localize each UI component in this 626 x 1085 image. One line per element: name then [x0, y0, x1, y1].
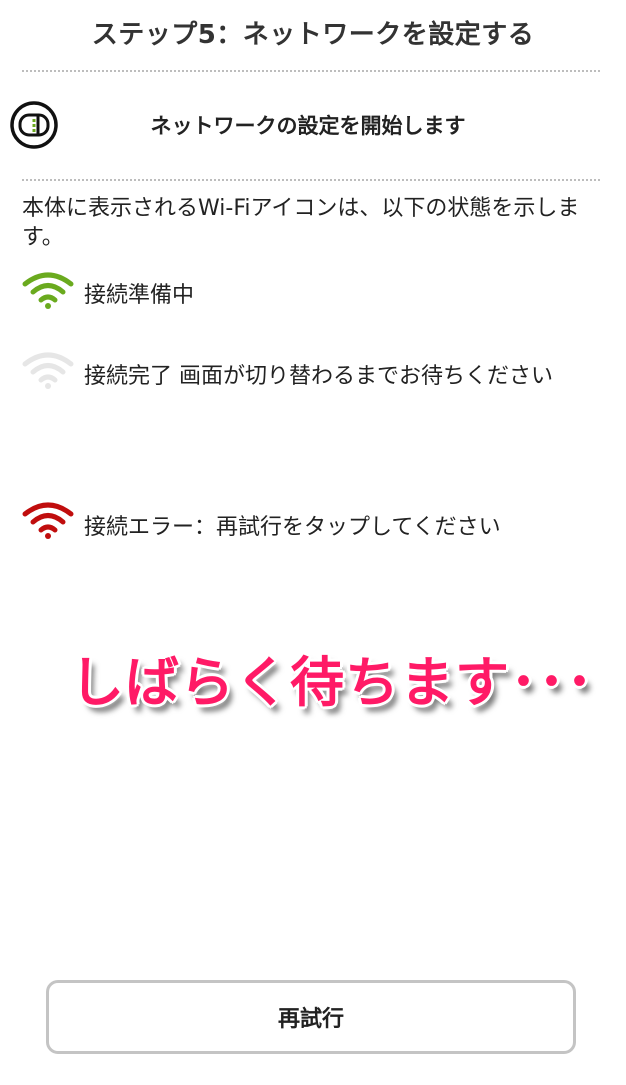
page-title: ステップ5：ネットワークを設定する	[91, 20, 535, 50]
divider	[22, 179, 600, 181]
step-heading: ネットワークの設定を開始します	[150, 114, 466, 138]
divider	[22, 70, 600, 72]
device-icon	[10, 101, 58, 149]
status-item-error: 接続エラー：再試行をタップしてください	[22, 500, 602, 544]
status-label: 接続エラー：再試行をタップしてください	[84, 515, 501, 540]
wifi-icon	[22, 502, 74, 539]
status-label: 接続準備中	[84, 283, 195, 308]
status-item-preparing: 接続準備中	[22, 270, 602, 312]
wifi-status-description: 本体に表示されるWi-Fiアイコンは、以下の状態を示します。	[22, 196, 580, 250]
wifi-icon	[22, 352, 74, 389]
status-item-complete: 接続完了 画面が切り替わるまでお待ちください	[22, 350, 602, 393]
status-label: 接続完了 画面が切り替わるまでお待ちください	[84, 364, 553, 389]
wifi-icon	[22, 272, 74, 309]
retry-button[interactable]: 再試行	[46, 980, 576, 1054]
waiting-overlay-text: しばらく待ちます･･･	[70, 651, 594, 714]
